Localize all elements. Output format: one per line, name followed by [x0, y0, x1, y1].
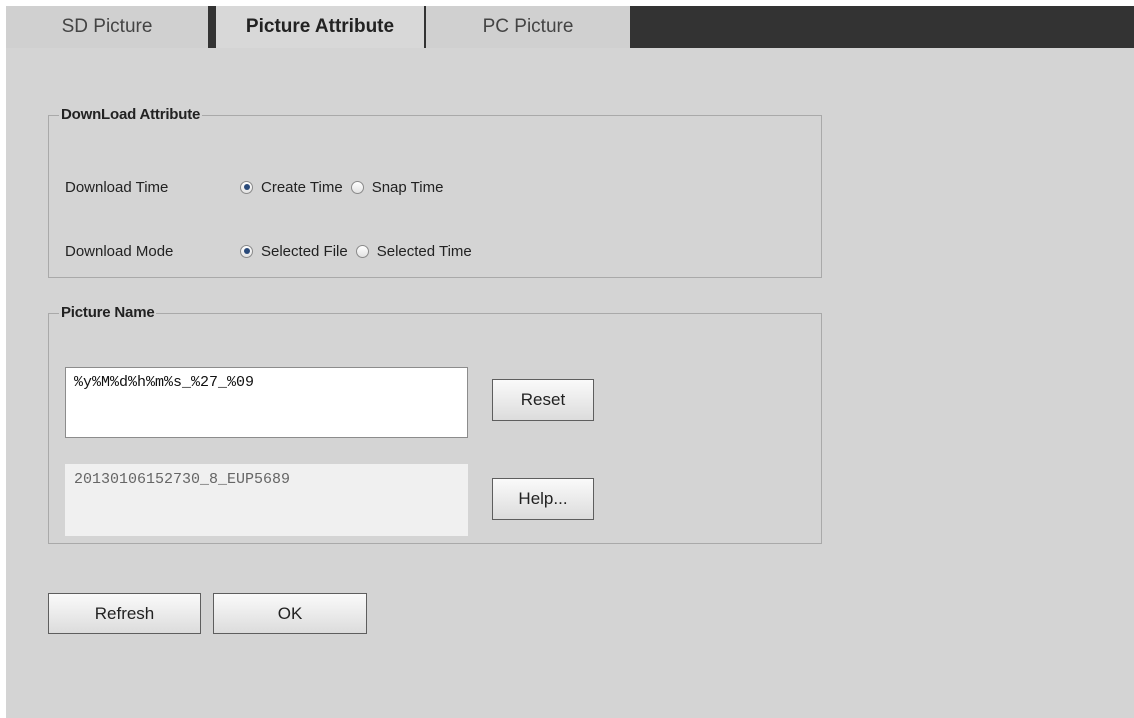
radio-snap-time-label: Snap Time: [371, 178, 444, 196]
download-mode-label: Download Mode: [65, 242, 174, 260]
tab-bar: SD Picture Picture Attribute PC Picture: [6, 6, 1134, 48]
tab-pc-picture[interactable]: PC Picture: [426, 6, 630, 48]
help-button[interactable]: Help...: [492, 478, 594, 520]
picture-name-title: Picture Name: [59, 304, 157, 321]
tab-sd-picture[interactable]: SD Picture: [6, 6, 212, 48]
refresh-button[interactable]: Refresh: [48, 593, 201, 634]
picture-name-preview-field: 20130106152730_8_EUP5689: [65, 464, 468, 536]
download-mode-row: Download Mode Selected File Selected Tim…: [65, 240, 480, 262]
radio-unchecked-icon[interactable]: [355, 244, 369, 258]
download-time-row: Download Time Create Time Snap Time: [65, 176, 451, 198]
radio-selected-time-label: Selected Time: [376, 242, 472, 260]
radio-create-time-label: Create Time: [261, 178, 343, 196]
radio-checked-icon[interactable]: [240, 244, 253, 258]
radio-selected-time[interactable]: Selected Time: [355, 242, 472, 260]
radio-snap-time[interactable]: Snap Time: [350, 178, 444, 196]
picture-name-format-input[interactable]: %y%M%d%h%m%s_%27_%09: [65, 367, 468, 438]
download-attribute-group: DownLoad Attribute Download Time Create …: [48, 106, 822, 278]
tab-picture-attribute[interactable]: Picture Attribute: [212, 6, 430, 48]
radio-unchecked-icon[interactable]: [350, 180, 364, 194]
app-window: SD Picture Picture Attribute PC Picture …: [6, 6, 1134, 718]
ok-button[interactable]: OK: [213, 593, 367, 634]
reset-button[interactable]: Reset: [492, 379, 594, 421]
radio-selected-file-label: Selected File: [261, 242, 348, 260]
radio-checked-icon[interactable]: [240, 180, 253, 194]
download-time-label: Download Time: [65, 178, 169, 196]
radio-selected-file[interactable]: Selected File: [240, 243, 348, 260]
picture-name-group: Picture Name %y%M%d%h%m%s_%27_%09 Reset …: [48, 304, 822, 544]
radio-create-time[interactable]: Create Time: [240, 179, 343, 196]
download-attribute-title: DownLoad Attribute: [59, 106, 203, 123]
